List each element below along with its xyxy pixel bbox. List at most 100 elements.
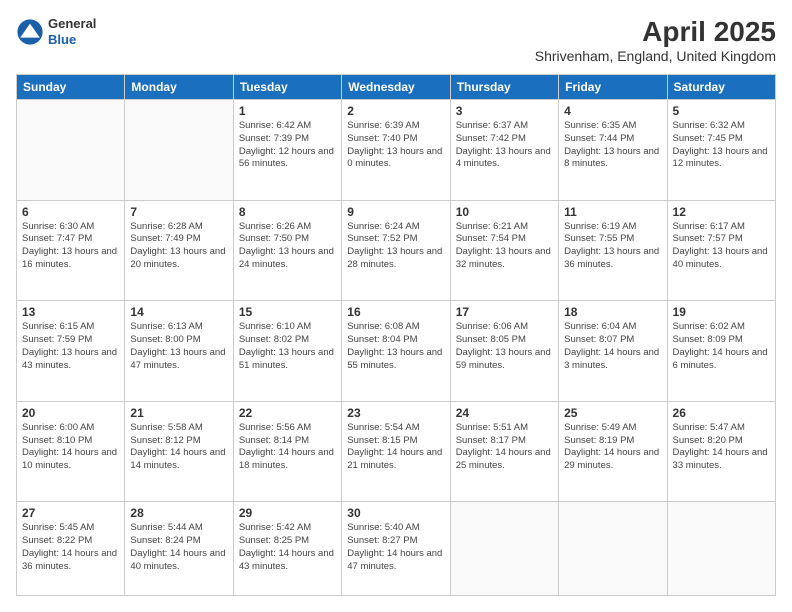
header-wednesday: Wednesday [342, 75, 450, 100]
day-info: Sunrise: 6:21 AM Sunset: 7:54 PM Dayligh… [456, 221, 553, 272]
calendar-subtitle: Shrivenham, England, United Kingdom [535, 48, 776, 64]
day-cell-w4-d0: 27 Sunrise: 5:45 AM Sunset: 8:22 PM Dayli… [17, 502, 125, 596]
logo-general: General [48, 16, 96, 32]
day-number: 30 [347, 506, 444, 520]
day-number: 25 [564, 406, 661, 420]
day-cell-w1-d4: 10 Sunrise: 6:21 AM Sunset: 7:54 PM Dayli… [450, 200, 558, 301]
day-cell-w4-d6 [667, 502, 775, 596]
day-info: Sunrise: 6:42 AM Sunset: 7:39 PM Dayligh… [239, 120, 336, 171]
day-cell-w2-d0: 13 Sunrise: 6:15 AM Sunset: 7:59 PM Dayli… [17, 301, 125, 402]
day-number: 9 [347, 205, 444, 219]
header-thursday: Thursday [450, 75, 558, 100]
day-number: 12 [673, 205, 770, 219]
day-info: Sunrise: 5:42 AM Sunset: 8:25 PM Dayligh… [239, 522, 336, 573]
day-cell-w0-d5: 4 Sunrise: 6:35 AM Sunset: 7:44 PM Daylig… [559, 100, 667, 201]
day-info: Sunrise: 5:47 AM Sunset: 8:20 PM Dayligh… [673, 422, 770, 473]
day-info: Sunrise: 6:04 AM Sunset: 8:07 PM Dayligh… [564, 321, 661, 372]
day-info: Sunrise: 6:28 AM Sunset: 7:49 PM Dayligh… [130, 221, 227, 272]
day-cell-w0-d2: 1 Sunrise: 6:42 AM Sunset: 7:39 PM Daylig… [233, 100, 341, 201]
day-number: 27 [22, 506, 119, 520]
title-block: April 2025 Shrivenham, England, United K… [535, 16, 776, 64]
day-cell-w3-d4: 24 Sunrise: 5:51 AM Sunset: 8:17 PM Dayli… [450, 401, 558, 502]
day-number: 3 [456, 104, 553, 118]
day-cell-w3-d6: 26Sunrise: 5:47 AM Sunset: 8:20 PM Dayli… [667, 401, 775, 502]
day-info: Sunrise: 6:32 AM Sunset: 7:45 PM Dayligh… [673, 120, 770, 171]
day-cell-w2-d6: 19 Sunrise: 6:02 AM Sunset: 8:09 PM Dayli… [667, 301, 775, 402]
day-number: 6 [22, 205, 119, 219]
day-number: 8 [239, 205, 336, 219]
header-tuesday: Tuesday [233, 75, 341, 100]
day-number: 29 [239, 506, 336, 520]
week-row-4: 27 Sunrise: 5:45 AM Sunset: 8:22 PM Dayli… [17, 502, 776, 596]
day-info: Sunrise: 6:24 AM Sunset: 7:52 PM Dayligh… [347, 221, 444, 272]
day-cell-w0-d0 [17, 100, 125, 201]
header-saturday: Saturday [667, 75, 775, 100]
day-cell-w2-d4: 17 Sunrise: 6:06 AM Sunset: 8:05 PM Dayli… [450, 301, 558, 402]
day-info: Sunrise: 5:44 AM Sunset: 8:24 PM Dayligh… [130, 522, 227, 573]
day-number: 18 [564, 305, 661, 319]
day-info: Sunrise: 6:19 AM Sunset: 7:55 PM Dayligh… [564, 221, 661, 272]
day-cell-w0-d4: 3Sunrise: 6:37 AM Sunset: 7:42 PM Daylig… [450, 100, 558, 201]
day-cell-w3-d1: 21 Sunrise: 5:58 AM Sunset: 8:12 PM Dayli… [125, 401, 233, 502]
day-number: 4 [564, 104, 661, 118]
week-row-3: 20Sunrise: 6:00 AM Sunset: 8:10 PM Dayli… [17, 401, 776, 502]
day-number: 2 [347, 104, 444, 118]
day-number: 20 [22, 406, 119, 420]
calendar-body: 1 Sunrise: 6:42 AM Sunset: 7:39 PM Daylig… [17, 100, 776, 596]
day-info: Sunrise: 6:06 AM Sunset: 8:05 PM Dayligh… [456, 321, 553, 372]
day-cell-w4-d2: 29 Sunrise: 5:42 AM Sunset: 8:25 PM Dayli… [233, 502, 341, 596]
day-cell-w1-d2: 8 Sunrise: 6:26 AM Sunset: 7:50 PM Daylig… [233, 200, 341, 301]
day-info: Sunrise: 6:30 AM Sunset: 7:47 PM Dayligh… [22, 221, 119, 272]
day-number: 17 [456, 305, 553, 319]
day-cell-w2-d2: 15 Sunrise: 6:10 AM Sunset: 8:02 PM Dayli… [233, 301, 341, 402]
day-info: Sunrise: 6:02 AM Sunset: 8:09 PM Dayligh… [673, 321, 770, 372]
header: General Blue April 2025 Shrivenham, Engl… [16, 16, 776, 64]
week-row-2: 13 Sunrise: 6:15 AM Sunset: 7:59 PM Dayli… [17, 301, 776, 402]
day-info: Sunrise: 6:15 AM Sunset: 7:59 PM Dayligh… [22, 321, 119, 372]
day-info: Sunrise: 6:26 AM Sunset: 7:50 PM Dayligh… [239, 221, 336, 272]
day-number: 1 [239, 104, 336, 118]
week-row-0: 1 Sunrise: 6:42 AM Sunset: 7:39 PM Daylig… [17, 100, 776, 201]
day-cell-w3-d5: 25 Sunrise: 5:49 AM Sunset: 8:19 PM Dayli… [559, 401, 667, 502]
day-number: 14 [130, 305, 227, 319]
day-cell-w2-d5: 18 Sunrise: 6:04 AM Sunset: 8:07 PM Dayli… [559, 301, 667, 402]
day-info: Sunrise: 6:17 AM Sunset: 7:57 PM Dayligh… [673, 221, 770, 272]
logo: General Blue [16, 16, 96, 47]
header-friday: Friday [559, 75, 667, 100]
day-number: 21 [130, 406, 227, 420]
day-number: 15 [239, 305, 336, 319]
day-cell-w3-d0: 20Sunrise: 6:00 AM Sunset: 8:10 PM Dayli… [17, 401, 125, 502]
day-number: 23 [347, 406, 444, 420]
day-number: 11 [564, 205, 661, 219]
logo-icon [16, 18, 44, 46]
header-monday: Monday [125, 75, 233, 100]
day-cell-w1-d6: 12 Sunrise: 6:17 AM Sunset: 7:57 PM Dayli… [667, 200, 775, 301]
day-info: Sunrise: 5:51 AM Sunset: 8:17 PM Dayligh… [456, 422, 553, 473]
day-cell-w1-d0: 6 Sunrise: 6:30 AM Sunset: 7:47 PM Daylig… [17, 200, 125, 301]
day-cell-w1-d3: 9 Sunrise: 6:24 AM Sunset: 7:52 PM Daylig… [342, 200, 450, 301]
day-info: Sunrise: 6:35 AM Sunset: 7:44 PM Dayligh… [564, 120, 661, 171]
day-cell-w0-d3: 2Sunrise: 6:39 AM Sunset: 7:40 PM Daylig… [342, 100, 450, 201]
day-number: 10 [456, 205, 553, 219]
day-number: 7 [130, 205, 227, 219]
day-cell-w1-d1: 7 Sunrise: 6:28 AM Sunset: 7:49 PM Daylig… [125, 200, 233, 301]
day-number: 19 [673, 305, 770, 319]
day-cell-w4-d3: 30 Sunrise: 5:40 AM Sunset: 8:27 PM Dayli… [342, 502, 450, 596]
day-cell-w4-d4 [450, 502, 558, 596]
day-info: Sunrise: 5:49 AM Sunset: 8:19 PM Dayligh… [564, 422, 661, 473]
day-number: 13 [22, 305, 119, 319]
day-number: 5 [673, 104, 770, 118]
week-row-1: 6 Sunrise: 6:30 AM Sunset: 7:47 PM Daylig… [17, 200, 776, 301]
day-cell-w0-d6: 5 Sunrise: 6:32 AM Sunset: 7:45 PM Daylig… [667, 100, 775, 201]
calendar-title: April 2025 [535, 16, 776, 48]
day-number: 22 [239, 406, 336, 420]
day-info: Sunrise: 5:45 AM Sunset: 8:22 PM Dayligh… [22, 522, 119, 573]
day-info: Sunrise: 5:40 AM Sunset: 8:27 PM Dayligh… [347, 522, 444, 573]
day-cell-w2-d1: 14Sunrise: 6:13 AM Sunset: 8:00 PM Dayli… [125, 301, 233, 402]
day-number: 24 [456, 406, 553, 420]
day-info: Sunrise: 5:58 AM Sunset: 8:12 PM Dayligh… [130, 422, 227, 473]
calendar-table: Sunday Monday Tuesday Wednesday Thursday… [16, 74, 776, 596]
day-number: 16 [347, 305, 444, 319]
page: General Blue April 2025 Shrivenham, Engl… [0, 0, 792, 612]
day-info: Sunrise: 6:10 AM Sunset: 8:02 PM Dayligh… [239, 321, 336, 372]
